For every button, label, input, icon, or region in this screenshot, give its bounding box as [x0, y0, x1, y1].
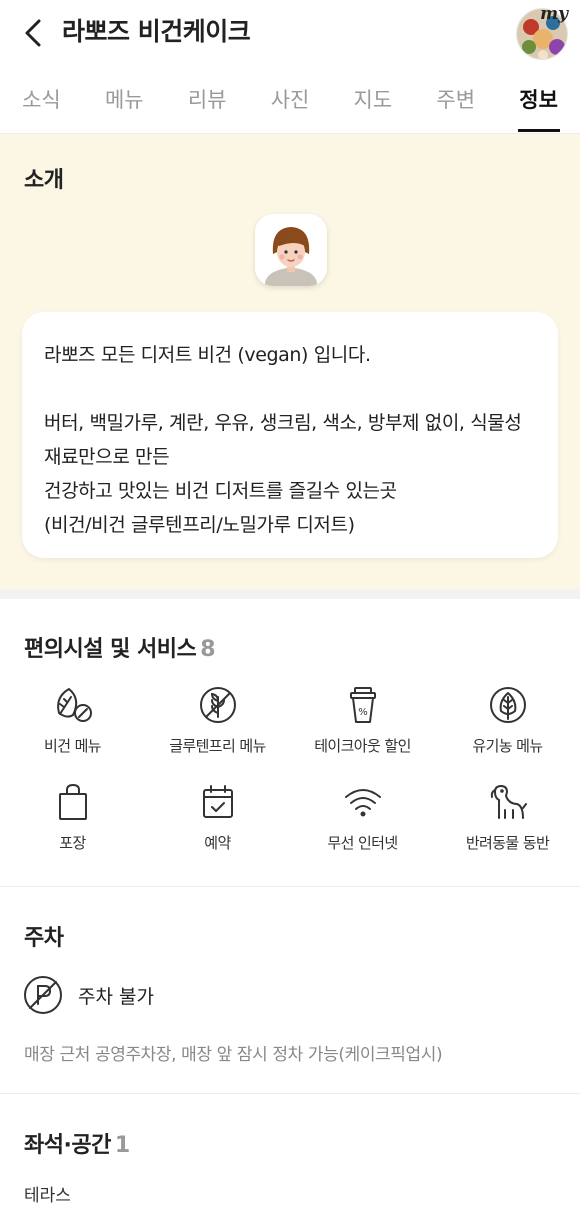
tab-bar: 소식 메뉴 리뷰 사진 지도 주변 정보 [0, 78, 580, 134]
amenity-label: 글루텐프리 메뉴 [169, 737, 266, 755]
seating-title: 좌석·공간 1 [24, 1127, 130, 1159]
dog-icon [484, 778, 532, 826]
amenities-section: 편의시설 및 서비스 8 비건 메뉴 글루텐프리 메뉴 % 테이크아웃 할인 유… [0, 599, 580, 887]
seating-title-text: 좌석·공간 [24, 1133, 111, 1158]
section-divider [0, 589, 580, 599]
intro-line: 라뽀즈 모든 디저트 비건 (vegan) 입니다. [44, 344, 371, 366]
svg-text:%: % [358, 707, 368, 718]
bag-icon [49, 778, 97, 826]
amenity-takeout-discount: % 테이크아웃 할인 [290, 681, 435, 756]
organic-leaf-icon [484, 681, 532, 729]
intro-line: 건강하고 맛있는 비건 디저트를 즐길수 있는곳 [44, 480, 397, 502]
takeout-cup-icon: % [339, 681, 387, 729]
parking-status: 주차 불가 [78, 985, 154, 1008]
parking-status-row: 주차 불가 [22, 974, 154, 1016]
amenity-label: 반려동물 동반 [465, 834, 550, 852]
intro-section: 소개 라뽀즈 모든 디저트 비건 (vegan) 입니다. 버터, 백밀가루, … [0, 134, 580, 589]
tab-nearby[interactable]: 주변 [414, 78, 497, 133]
amenity-label: 예약 [204, 834, 231, 852]
tab-news[interactable]: 소식 [0, 78, 83, 133]
amenity-label: 포장 [59, 834, 86, 852]
amenity-reservation: 예약 [145, 778, 290, 853]
amenity-label: 테이크아웃 할인 [314, 737, 411, 755]
amenity-pets: 반려동물 동반 [435, 778, 580, 853]
amenity-label: 무선 인터넷 [327, 834, 398, 852]
chevron-left-icon [25, 19, 41, 47]
amenity-packaging: 포장 [0, 778, 145, 853]
vegan-leaf-icon [49, 681, 97, 729]
tab-reviews[interactable]: 리뷰 [166, 78, 249, 133]
calendar-check-icon [194, 778, 242, 826]
seating-count: 1 [114, 1133, 130, 1158]
tab-photos[interactable]: 사진 [249, 78, 332, 133]
tab-map[interactable]: 지도 [331, 78, 414, 133]
parking-section: 주차 주차 불가 매장 근처 공영주차장, 매장 앞 잠시 정차 가능(케이크픽… [0, 888, 580, 1094]
seating-section: 좌석·공간 1 테라스 [0, 1095, 580, 1226]
app-header: 라뽀즈 비건케이크 my [0, 0, 580, 66]
amenity-gluten-free: 글루텐프리 메뉴 [145, 681, 290, 756]
page-title: 라뽀즈 비건케이크 [62, 17, 251, 46]
tab-info[interactable]: 정보 [497, 78, 580, 133]
parking-title: 주차 [24, 926, 64, 951]
amenity-organic-menu: 유기농 메뉴 [435, 681, 580, 756]
amenity-wifi: 무선 인터넷 [290, 778, 435, 853]
amenity-label: 유기농 메뉴 [472, 737, 543, 755]
amenities-grid: 비건 메뉴 글루텐프리 메뉴 % 테이크아웃 할인 유기농 메뉴 포장 예약 무… [0, 681, 580, 853]
amenities-title: 편의시설 및 서비스 8 [24, 631, 216, 663]
intro-line: (비건/비건 글루텐프리/노밀가루 디저트) [44, 514, 355, 536]
intro-line [44, 372, 536, 406]
intro-line: 버터, 백밀가루, 계란, 우유, 생크림, 색소, 방부제 없이, 식물성 재… [44, 412, 522, 468]
back-button[interactable] [18, 16, 48, 50]
tab-menu[interactable]: 메뉴 [83, 78, 166, 133]
parking-note: 매장 근처 공영주차장, 매장 앞 잠시 정차 가능(케이크픽업시) [24, 1045, 443, 1065]
amenity-label: 비건 메뉴 [44, 737, 102, 755]
amenities-title-text: 편의시설 및 서비스 [24, 637, 197, 662]
wifi-icon [339, 778, 387, 826]
no-parking-icon [24, 976, 62, 1014]
amenities-count: 8 [200, 637, 216, 662]
intro-bubble: 라뽀즈 모든 디저트 비건 (vegan) 입니다. 버터, 백밀가루, 계란,… [22, 312, 558, 558]
gluten-free-icon [194, 681, 242, 729]
amenity-vegan-menu: 비건 메뉴 [0, 681, 145, 756]
owner-avatar [255, 214, 327, 286]
avatar-label: my [540, 4, 568, 24]
seating-item: 테라스 [24, 1186, 71, 1206]
intro-title: 소개 [24, 168, 64, 193]
